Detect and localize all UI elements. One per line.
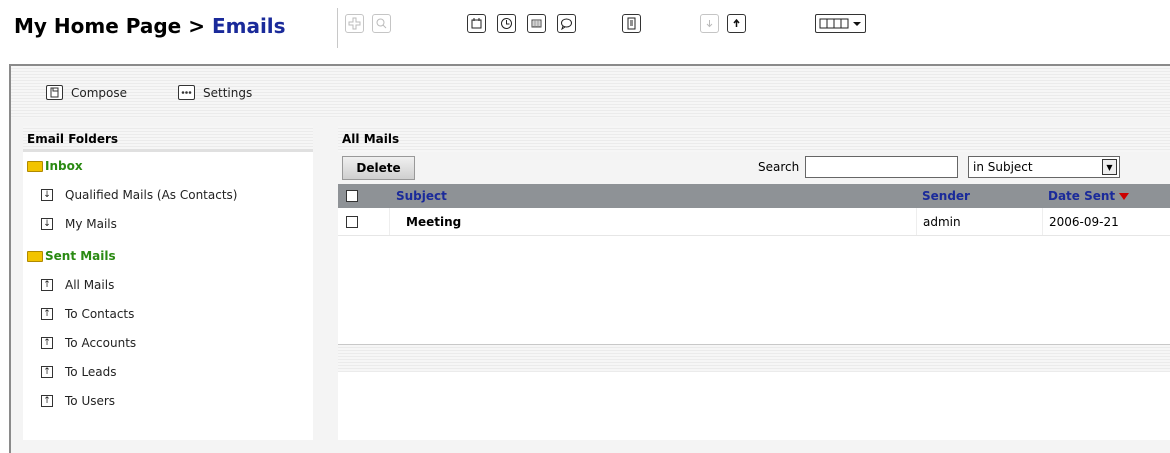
table-header: Subject Sender Date Sent — [338, 184, 1170, 208]
sent-arrow-icon: ↑ — [41, 307, 53, 320]
breadcrumb-separator: > — [188, 14, 205, 38]
sent-arrow-icon: ↑ — [41, 336, 53, 349]
sidebar-title: Email Folders — [23, 126, 313, 152]
row-checkbox-cell — [338, 208, 390, 235]
select-all-cell — [338, 190, 390, 202]
column-date-label: Date Sent — [1048, 189, 1116, 203]
settings-label: Settings — [203, 85, 253, 100]
sidebar-item-label: To Contacts — [65, 306, 135, 321]
column-sender[interactable]: Sender — [916, 189, 1042, 203]
content-frame: Compose Settings Email Folders Inbox ↓ Q… — [9, 64, 1170, 453]
inbox-arrow-icon: ↓ — [41, 188, 53, 201]
action-bar: Compose Settings — [11, 66, 1170, 118]
sidebar: Email Folders Inbox ↓ Qualified Mails (A… — [23, 126, 313, 440]
sidebar-item-to-users[interactable]: ↑ To Users — [23, 386, 313, 415]
mail-controls: Delete Search in Subject ▼ — [338, 156, 1170, 182]
sidebar-item-label: To Leads — [65, 364, 117, 379]
sidebar-item-label: To Accounts — [65, 335, 137, 350]
sidebar-item-my-mails[interactable]: ↓ My Mails — [23, 209, 313, 238]
folder-sent[interactable]: Sent Mails — [23, 242, 313, 270]
select-all-checkbox[interactable] — [346, 190, 358, 202]
folder-icon — [27, 250, 43, 262]
folder-sent-label: Sent Mails — [45, 249, 116, 263]
folder-inbox-label: Inbox — [45, 159, 83, 173]
sidebar-item-to-accounts[interactable]: ↑ To Accounts — [23, 328, 313, 357]
row-checkbox[interactable] — [346, 215, 358, 228]
search-icon[interactable] — [372, 14, 391, 33]
sent-arrow-icon: ↑ — [41, 278, 53, 291]
sort-desc-icon — [1119, 193, 1130, 200]
settings-button[interactable]: Settings — [178, 85, 252, 100]
sidebar-item-all-mails[interactable]: ↑ All Mails — [23, 270, 313, 299]
top-bar: My Home Page > Emails — [0, 0, 1170, 52]
calendar-icon[interactable] — [467, 14, 486, 33]
breadcrumb: My Home Page > Emails — [14, 14, 286, 38]
breadcrumb-current: Emails — [211, 14, 286, 38]
sent-arrow-icon: ↑ — [41, 365, 53, 378]
compose-button[interactable]: Compose — [46, 85, 127, 100]
breadcrumb-parent[interactable]: My Home Page — [14, 14, 181, 38]
add-icon[interactable] — [345, 14, 364, 33]
column-date-sent[interactable]: Date Sent — [1042, 189, 1170, 203]
sidebar-item-label: To Users — [65, 393, 116, 408]
search-scope-value: in Subject — [973, 160, 1033, 174]
list-icon[interactable] — [622, 14, 641, 33]
toolbar-divider — [337, 8, 338, 48]
sidebar-item-label: Qualified Mails (As Contacts) — [65, 187, 238, 202]
compose-icon — [46, 85, 63, 100]
calculator-icon[interactable] — [527, 14, 546, 33]
row-date: 2006-09-21 — [1042, 208, 1170, 235]
export-icon[interactable] — [727, 14, 746, 33]
preview-pane — [338, 344, 1170, 440]
table-row[interactable]: Meeting admin 2006-09-21 — [338, 208, 1170, 236]
folder-icon — [27, 160, 43, 172]
import-icon[interactable] — [700, 14, 719, 33]
sidebar-item-label: All Mails — [65, 277, 115, 292]
sidebar-item-qualified-mails[interactable]: ↓ Qualified Mails (As Contacts) — [23, 180, 313, 209]
compose-label: Compose — [71, 85, 128, 100]
mail-panel: All Mails Delete Search in Subject ▼ Sub… — [338, 126, 1170, 440]
sidebar-item-to-leads[interactable]: ↑ To Leads — [23, 357, 313, 386]
panel-title: All Mails — [338, 126, 1170, 152]
clock-icon[interactable] — [497, 14, 516, 33]
search-scope-select[interactable]: in Subject ▼ — [968, 156, 1120, 178]
row-sender: admin — [916, 208, 1042, 235]
column-subject[interactable]: Subject — [390, 189, 916, 203]
settings-icon — [178, 85, 195, 100]
view-layout-icon[interactable] — [815, 14, 866, 33]
chat-icon[interactable] — [557, 14, 576, 33]
row-subject[interactable]: Meeting — [390, 215, 916, 229]
folder-inbox[interactable]: Inbox — [23, 152, 313, 180]
chevron-down-icon[interactable]: ▼ — [1102, 159, 1117, 175]
sidebar-item-label: My Mails — [65, 216, 117, 231]
preview-body — [338, 372, 1170, 440]
delete-button[interactable]: Delete — [342, 156, 415, 180]
search-input[interactable] — [805, 156, 958, 178]
sidebar-item-to-contacts[interactable]: ↑ To Contacts — [23, 299, 313, 328]
search-label: Search — [758, 160, 800, 174]
sent-arrow-icon: ↑ — [41, 394, 53, 407]
preview-header — [338, 344, 1170, 372]
inbox-arrow-icon: ↓ — [41, 217, 53, 230]
